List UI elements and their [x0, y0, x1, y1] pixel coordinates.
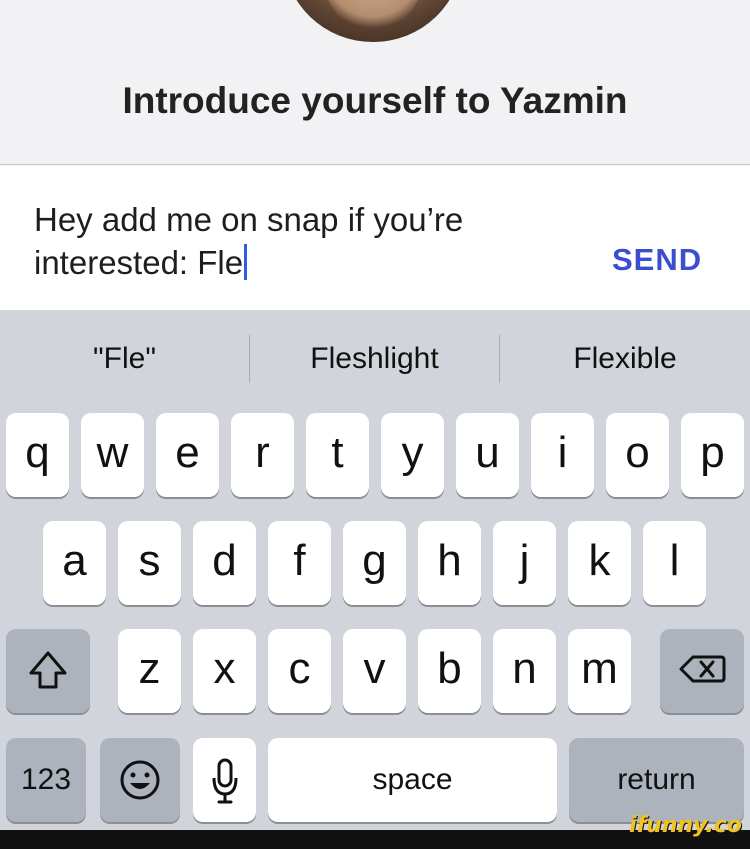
shift-icon — [29, 651, 67, 689]
predictive-bar: "Fle" Fleshlight Flexible — [0, 310, 750, 410]
key-u[interactable]: u — [456, 413, 519, 497]
suggestion-flexible[interactable]: Flexible — [500, 334, 750, 384]
key-v[interactable]: v — [343, 629, 406, 713]
delete-key[interactable] — [660, 629, 744, 713]
key-o[interactable]: o — [606, 413, 669, 497]
key-r[interactable]: r — [231, 413, 294, 497]
key-q[interactable]: q — [6, 413, 69, 497]
key-i[interactable]: i — [531, 413, 594, 497]
key-e[interactable]: e — [156, 413, 219, 497]
send-button[interactable]: SEND — [612, 242, 702, 278]
suggestion-literal[interactable]: "Fle" — [0, 334, 249, 384]
key-j[interactable]: j — [493, 521, 556, 605]
key-g[interactable]: g — [343, 521, 406, 605]
avatar[interactable] — [284, 0, 462, 42]
microphone-icon — [212, 758, 237, 804]
key-f[interactable]: f — [268, 521, 331, 605]
message-input[interactable]: Hey add me on snap if you’re interested:… — [34, 198, 554, 284]
key-m[interactable]: m — [568, 629, 631, 713]
keyboard: "Fle" Fleshlight Flexible qwertyuiop asdf… — [0, 310, 750, 830]
profile-header: Introduce yourself to Yazmin — [0, 0, 750, 165]
suggestion-fleshlight[interactable]: Fleshlight — [250, 334, 499, 384]
page-title: Introduce yourself to Yazmin — [122, 80, 628, 121]
key-y[interactable]: y — [381, 413, 444, 497]
key-h[interactable]: h — [418, 521, 481, 605]
message-composer[interactable]: Hey add me on snap if you’re interested:… — [0, 166, 750, 310]
key-c[interactable]: c — [268, 629, 331, 713]
delete-icon — [679, 655, 726, 683]
watermark-logo: ifunny.co — [629, 813, 742, 838]
key-k[interactable]: k — [568, 521, 631, 605]
key-w[interactable]: w — [81, 413, 144, 497]
shift-key[interactable] — [6, 629, 90, 713]
key-n[interactable]: n — [493, 629, 556, 713]
return-key[interactable]: return — [569, 738, 744, 822]
message-text: Hey add me on snap if you’re interested:… — [34, 201, 464, 281]
key-p[interactable]: p — [681, 413, 744, 497]
key-d[interactable]: d — [193, 521, 256, 605]
key-z[interactable]: z — [118, 629, 181, 713]
key-t[interactable]: t — [306, 413, 369, 497]
emoji-key[interactable] — [100, 738, 180, 822]
key-l[interactable]: l — [643, 521, 706, 605]
key-b[interactable]: b — [418, 629, 481, 713]
text-caret — [244, 244, 248, 280]
key-s[interactable]: s — [118, 521, 181, 605]
emoji-icon — [120, 760, 160, 800]
key-x[interactable]: x — [193, 629, 256, 713]
microphone-key[interactable] — [193, 738, 256, 822]
key-a[interactable]: a — [43, 521, 106, 605]
numbers-key[interactable]: 123 — [6, 738, 86, 822]
space-key[interactable]: space — [268, 738, 557, 822]
